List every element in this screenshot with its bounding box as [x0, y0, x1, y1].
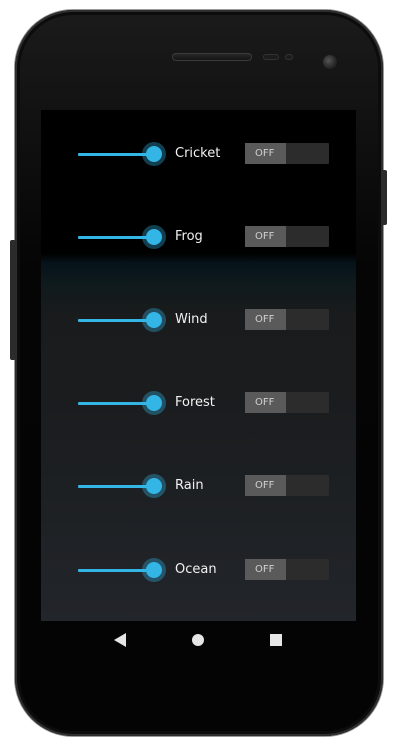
sound-toggle[interactable]: OFF: [245, 475, 329, 496]
volume-slider[interactable]: [78, 305, 166, 335]
slider-thumb[interactable]: [146, 229, 162, 245]
volume-slider[interactable]: [78, 555, 166, 585]
app-screen: Cricket OFF Frog OFF Wind OFF Forest OFF…: [41, 110, 356, 621]
proximity-sensor: [263, 54, 279, 60]
toggle-state-label: OFF: [245, 392, 286, 413]
sound-toggle[interactable]: OFF: [245, 309, 329, 330]
toggle-state-label: OFF: [245, 559, 286, 580]
sound-label: Frog: [175, 229, 203, 244]
sound-row-cricket: Cricket OFF: [41, 139, 356, 169]
sound-label: Rain: [175, 478, 204, 493]
light-sensor: [285, 54, 293, 60]
volume-slider[interactable]: [78, 222, 166, 252]
toggle-state-label: OFF: [245, 226, 286, 247]
power-button: [381, 170, 387, 225]
sound-row-rain: Rain OFF: [41, 471, 356, 501]
slider-thumb[interactable]: [146, 478, 162, 494]
sound-toggle[interactable]: OFF: [245, 559, 329, 580]
slider-thumb[interactable]: [146, 395, 162, 411]
volume-button: [10, 240, 16, 360]
toggle-state-label: OFF: [245, 143, 286, 164]
sound-row-frog: Frog OFF: [41, 222, 356, 252]
toggle-state-label: OFF: [245, 309, 286, 330]
slider-thumb[interactable]: [146, 562, 162, 578]
sound-label: Cricket: [175, 146, 221, 161]
volume-slider[interactable]: [78, 388, 166, 418]
sound-row-ocean: Ocean OFF: [41, 555, 356, 585]
recents-icon[interactable]: [270, 634, 282, 646]
volume-slider[interactable]: [78, 471, 166, 501]
volume-slider[interactable]: [78, 139, 166, 169]
sound-toggle[interactable]: OFF: [245, 226, 329, 247]
sound-label: Forest: [175, 395, 215, 410]
slider-thumb[interactable]: [146, 312, 162, 328]
sound-toggle[interactable]: OFF: [245, 392, 329, 413]
sound-row-forest: Forest OFF: [41, 388, 356, 418]
sound-row-wind: Wind OFF: [41, 305, 356, 335]
toggle-state-label: OFF: [245, 475, 286, 496]
sound-toggle[interactable]: OFF: [245, 143, 329, 164]
front-camera-icon: [323, 55, 337, 69]
earpiece-speaker: [172, 53, 252, 61]
home-icon[interactable]: [192, 634, 204, 646]
back-icon[interactable]: [114, 633, 126, 647]
sound-label: Ocean: [175, 562, 217, 577]
navigation-bar: [41, 621, 356, 661]
sound-label: Wind: [175, 312, 208, 327]
slider-thumb[interactable]: [146, 146, 162, 162]
